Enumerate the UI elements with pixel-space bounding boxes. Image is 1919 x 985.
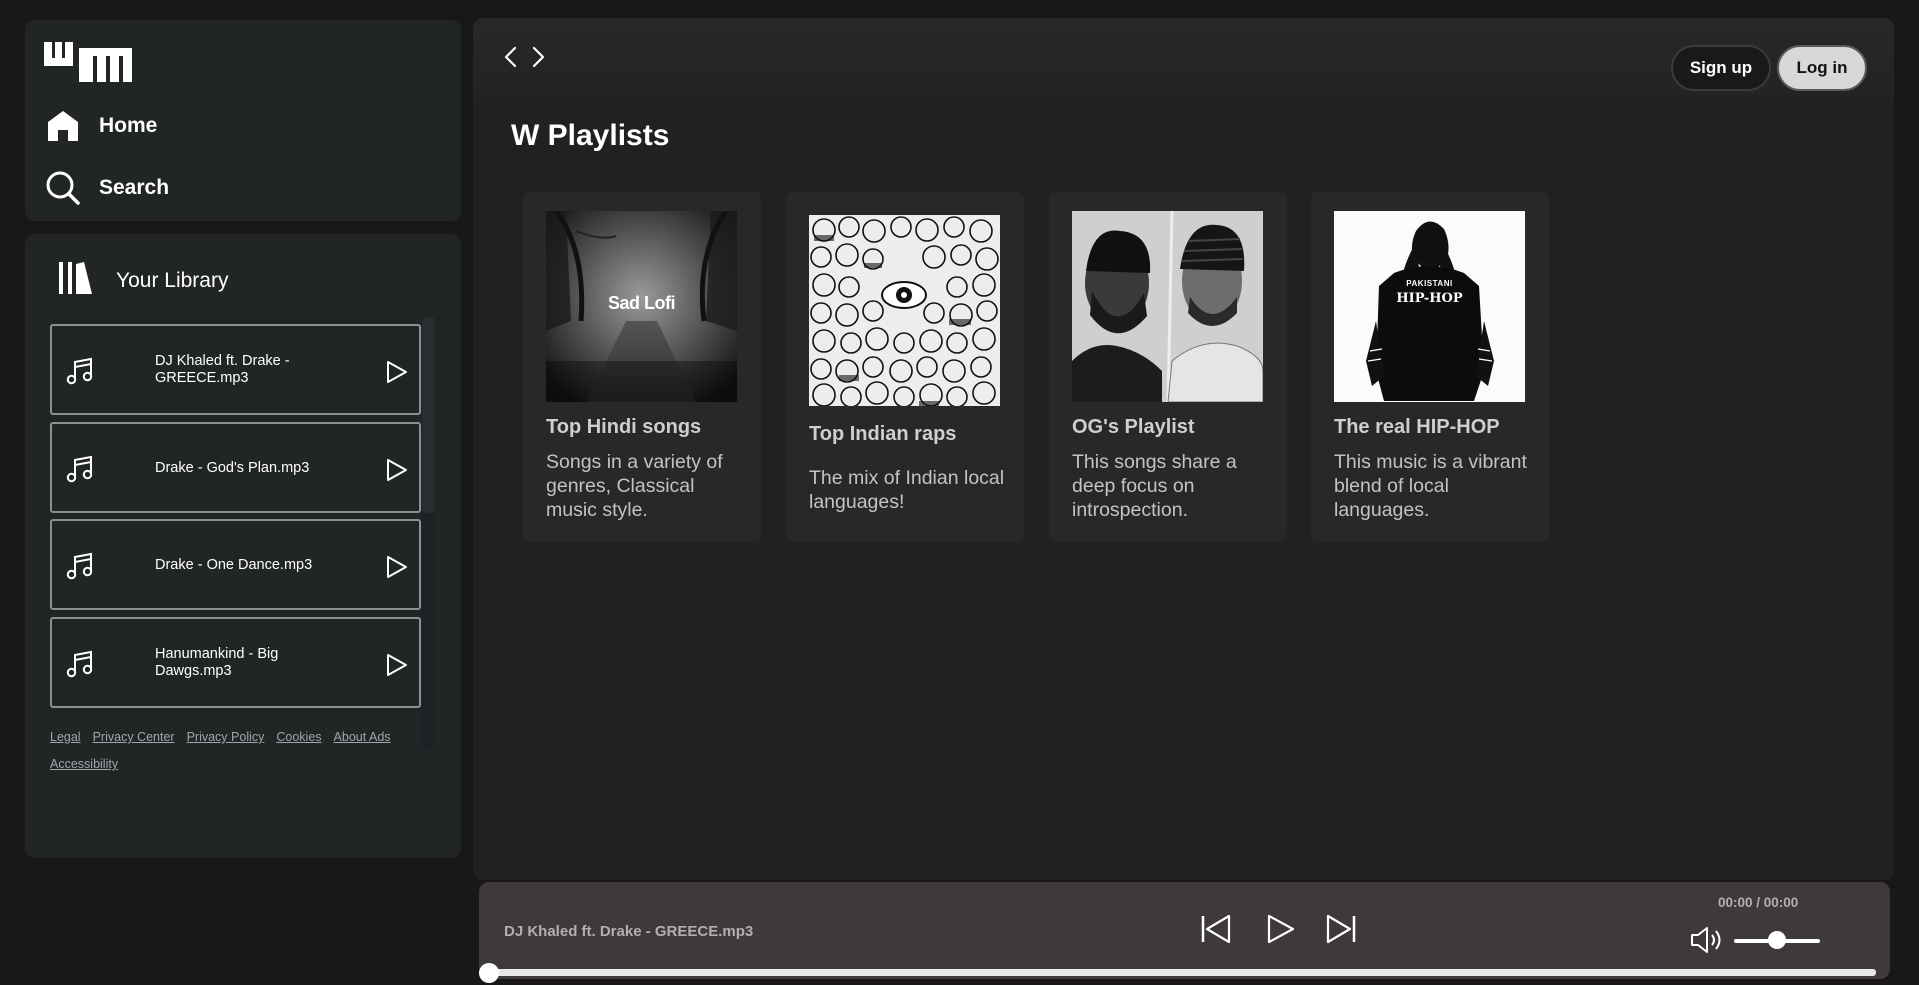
playlist-card[interactable]: PAKISTANI HIP-HOP The real HIP-HOP This … <box>1311 192 1549 542</box>
song-title: Drake - God's Plan.mp3 <box>155 460 310 476</box>
cover-text: HIP-HOP <box>1396 291 1463 306</box>
signup-button[interactable]: Sign up <box>1671 45 1771 91</box>
nav-panel: Home Search <box>25 20 461 221</box>
player-bar: DJ Khaled ft. Drake - GREECE.mp3 00:00 /… <box>479 882 1890 983</box>
library-header[interactable]: Your Library <box>57 260 228 301</box>
main-content: Sign up Log in W Playlists Sad Lofi Top … <box>473 18 1894 880</box>
cover-text: PAKISTANI <box>1406 279 1453 288</box>
library-icon <box>57 260 93 301</box>
footer-links: Legal Privacy Center Privacy Policy Cook… <box>50 728 440 774</box>
nav-home[interactable]: Home <box>45 108 157 144</box>
library-song-item[interactable]: DJ Khaled ft. Drake - GREECE.mp3 <box>50 324 421 415</box>
volume-slider-thumb[interactable] <box>1768 931 1786 949</box>
login-button[interactable]: Log in <box>1777 45 1867 91</box>
library-panel: Your Library DJ Khaled ft. Drake - GREEC… <box>25 234 461 858</box>
home-icon <box>45 108 81 144</box>
playlist-title: OG's Playlist <box>1072 416 1195 438</box>
nav-search-label: Search <box>99 176 170 199</box>
play-icon[interactable] <box>383 652 409 678</box>
music-note-icon <box>66 357 93 385</box>
library-song-item[interactable]: Hanumankind - Big Dawgs.mp3 <box>50 617 421 708</box>
search-icon <box>45 170 81 206</box>
seek-bar-thumb[interactable] <box>479 963 499 983</box>
playlist-description: The mix of Indian local languages! <box>809 467 1005 513</box>
next-icon[interactable] <box>1324 912 1358 946</box>
playlist-title: The real HIP-HOP <box>1334 416 1500 438</box>
playlist-title: Top Indian raps <box>809 423 957 445</box>
footer-link-cookies[interactable]: Cookies <box>276 728 321 747</box>
song-title: Hanumankind - Big Dawgs.mp3 <box>155 646 279 679</box>
footer-link-accessibility[interactable]: Accessibility <box>50 755 118 774</box>
play-icon[interactable] <box>383 554 409 580</box>
library-song-item[interactable]: Drake - God's Plan.mp3 <box>50 422 421 513</box>
seek-bar[interactable] <box>486 969 1876 976</box>
previous-icon[interactable] <box>1199 912 1233 946</box>
playlist-cover <box>1072 211 1263 402</box>
footer-link-about-ads[interactable]: About Ads <box>334 728 391 747</box>
volume-icon[interactable] <box>1689 925 1723 955</box>
time-display: 00:00 / 00:00 <box>1718 895 1799 910</box>
footer-link-legal[interactable]: Legal <box>50 728 81 747</box>
play-icon[interactable] <box>383 457 409 483</box>
library-title: Your Library <box>116 268 229 292</box>
nav-search[interactable]: Search <box>45 170 169 206</box>
library-scrollbar-thumb[interactable] <box>422 317 435 513</box>
logo-icon[interactable] <box>44 42 132 82</box>
playlist-description: This songs share a deep focus on introsp… <box>1072 451 1237 521</box>
play-icon[interactable] <box>1263 912 1297 946</box>
music-note-icon <box>66 552 93 580</box>
playlist-card[interactable]: OG's Playlist This songs share a deep fo… <box>1049 192 1287 542</box>
footer-link-privacy-center[interactable]: Privacy Center <box>93 728 175 747</box>
playlist-cover <box>809 215 1000 406</box>
playlist-title: Top Hindi songs <box>546 416 702 438</box>
cover-text: Sad Lofi <box>608 293 676 313</box>
now-playing-title: DJ Khaled ft. Drake - GREECE.mp3 <box>504 923 754 940</box>
nav-home-label: Home <box>99 114 158 137</box>
music-note-icon <box>66 455 93 483</box>
section-title: W Playlists <box>511 119 670 152</box>
chevron-right-icon[interactable] <box>525 44 551 70</box>
playlist-card[interactable]: Sad Lofi Top Hindi songs Songs in a vari… <box>523 192 761 542</box>
playlist-description: This music is a vibrant blend of local l… <box>1334 451 1527 521</box>
song-title: DJ Khaled ft. Drake - GREECE.mp3 <box>155 353 290 386</box>
song-title: Drake - One Dance.mp3 <box>155 557 313 573</box>
chevron-left-icon[interactable] <box>498 44 524 70</box>
footer-link-privacy-policy[interactable]: Privacy Policy <box>187 728 265 747</box>
playlist-description: Songs in a variety of genres, Classical … <box>546 451 723 521</box>
music-note-icon <box>66 650 93 678</box>
playlist-cover: Sad Lofi <box>546 211 737 402</box>
playlist-card[interactable]: Top Indian raps The mix of Indian local … <box>786 192 1024 542</box>
playlist-cover: PAKISTANI HIP-HOP <box>1334 211 1525 402</box>
library-song-item[interactable]: Drake - One Dance.mp3 <box>50 519 421 610</box>
play-icon[interactable] <box>383 359 409 385</box>
